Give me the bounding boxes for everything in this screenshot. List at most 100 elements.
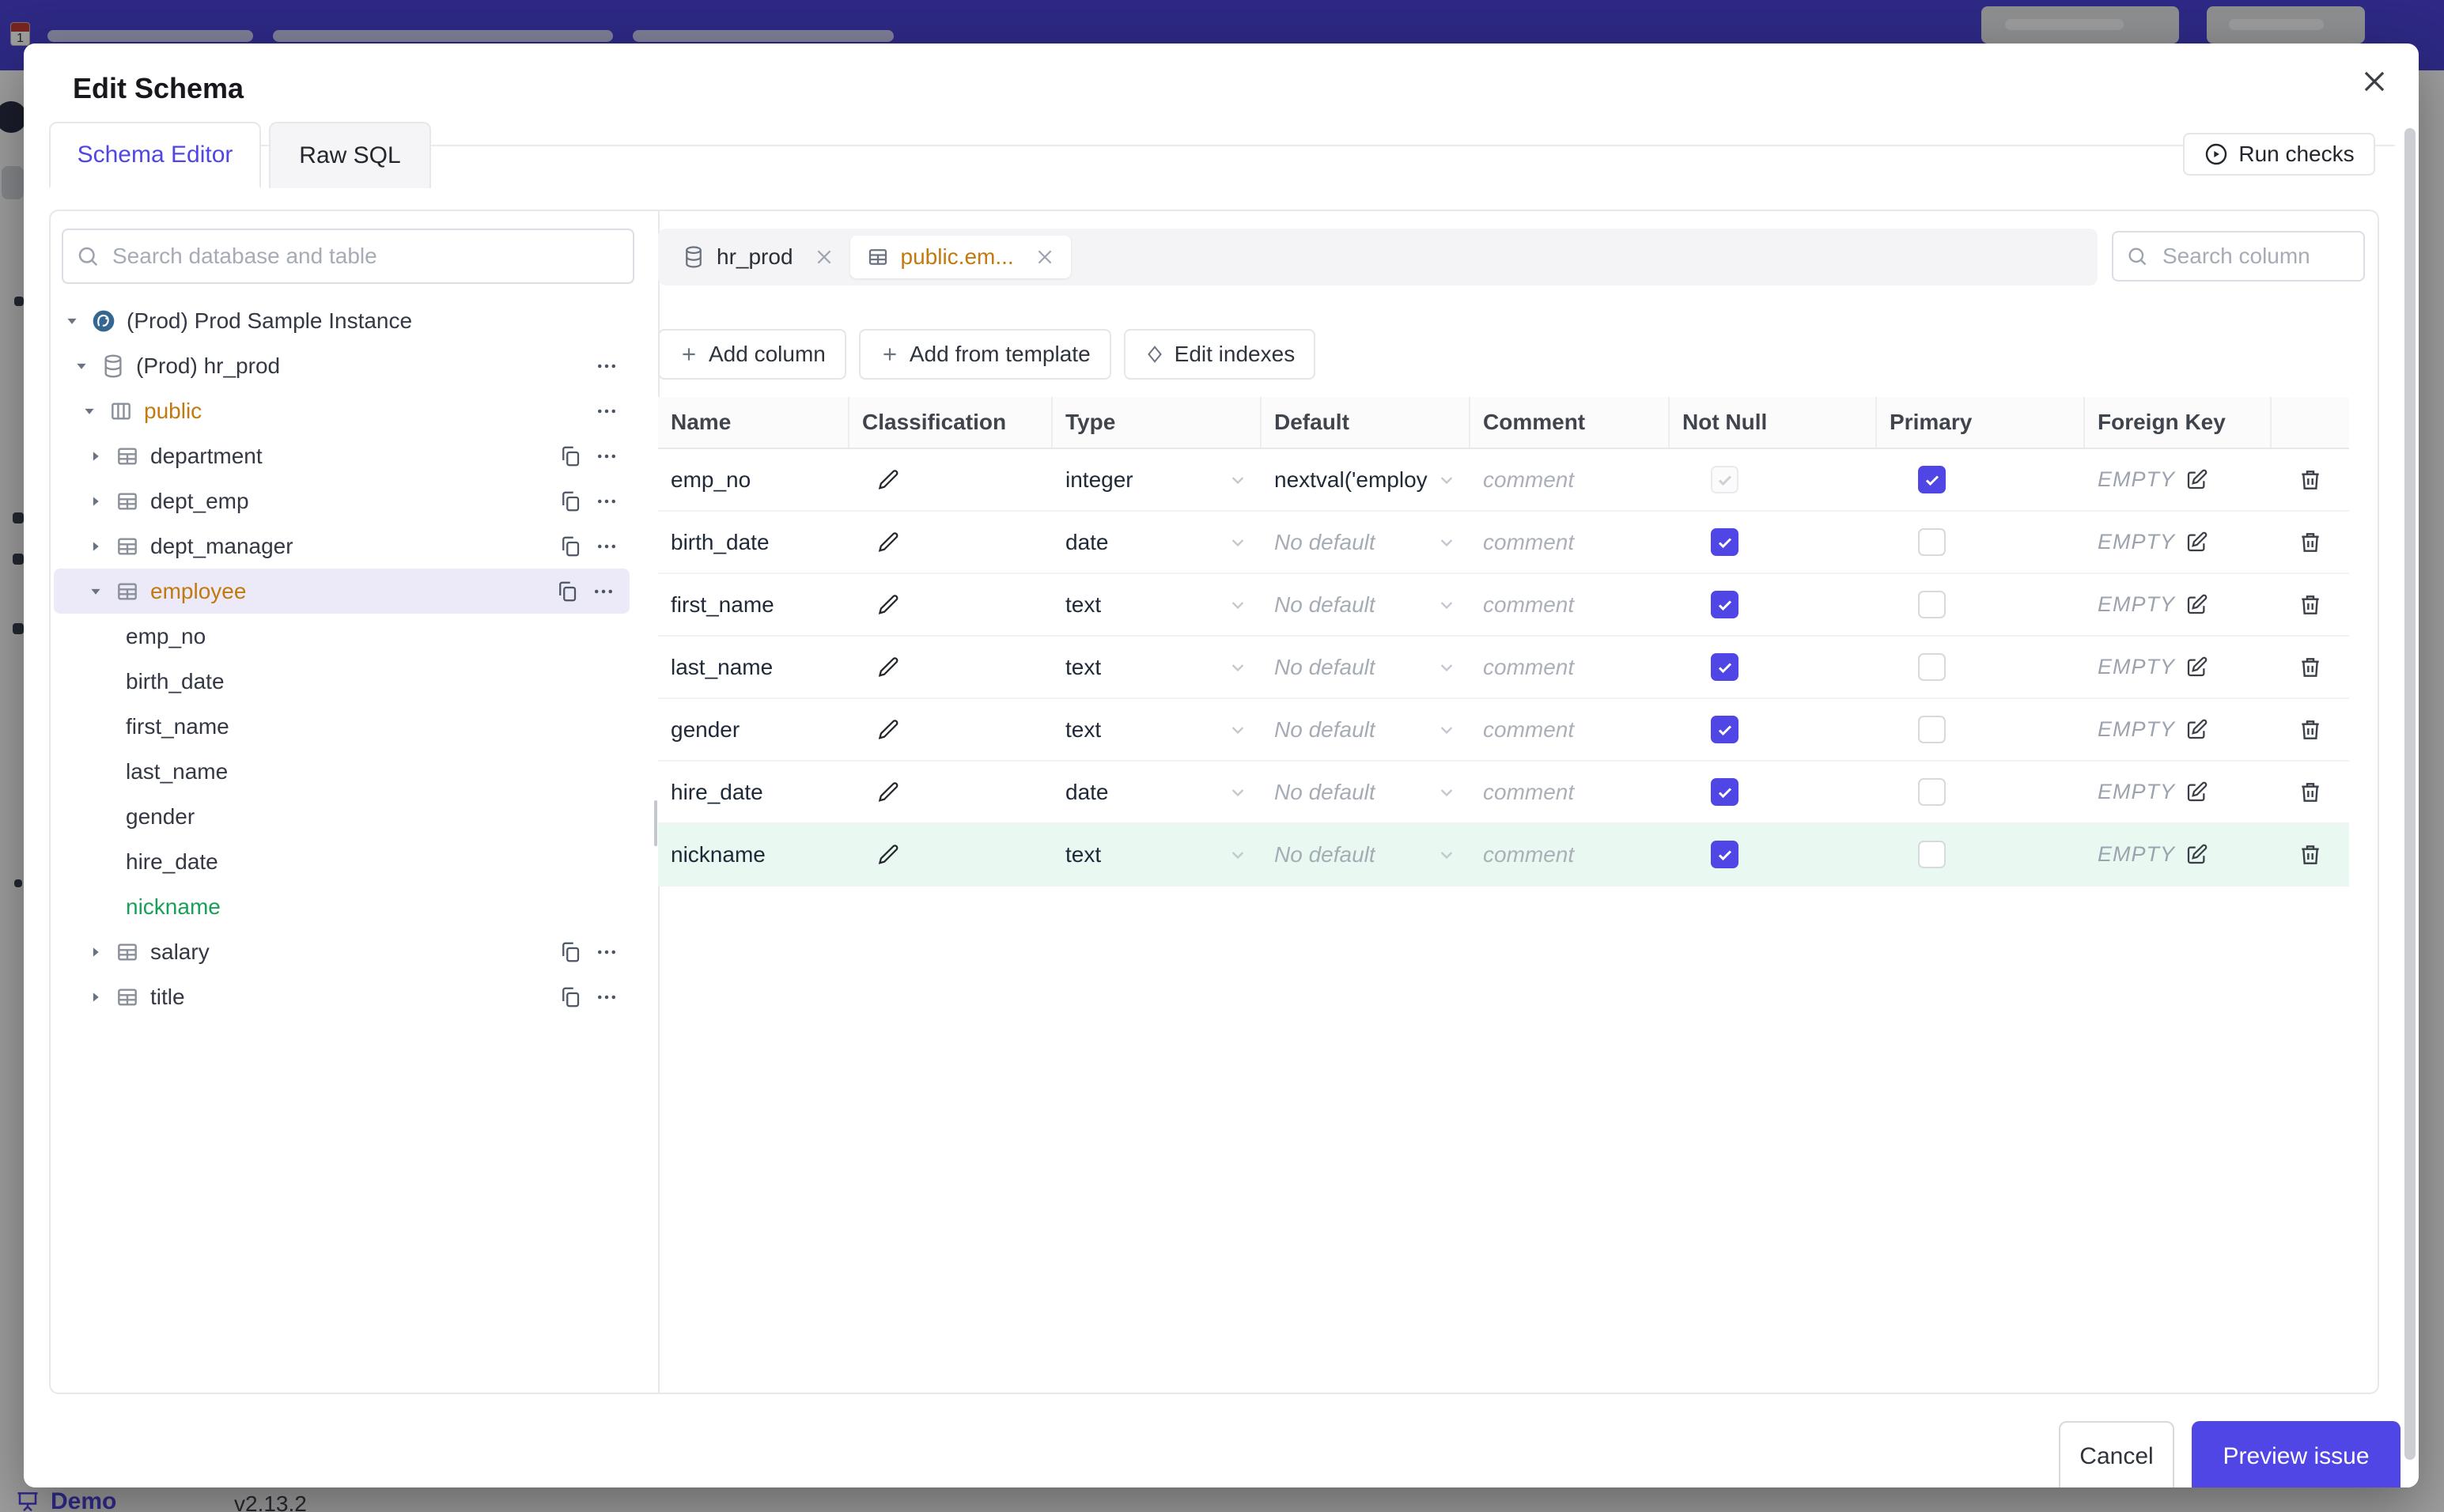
more-icon[interactable] bbox=[593, 939, 620, 966]
column-name-cell[interactable]: birth_date bbox=[658, 512, 849, 573]
foreign-key-cell[interactable]: EMPTY bbox=[2085, 574, 2272, 635]
close-icon[interactable] bbox=[2354, 61, 2395, 102]
chevron-down-icon[interactable] bbox=[1227, 469, 1249, 491]
close-icon[interactable] bbox=[814, 247, 834, 267]
copy-icon[interactable] bbox=[557, 443, 584, 470]
comment-input[interactable] bbox=[1483, 592, 1657, 618]
more-icon[interactable] bbox=[593, 488, 620, 515]
foreign-key-cell[interactable]: EMPTY bbox=[2085, 762, 2272, 822]
default-select[interactable]: No default bbox=[1262, 637, 1470, 697]
primary-checkbox[interactable] bbox=[1918, 466, 1946, 493]
tree-item-dept-manager[interactable]: dept_manager bbox=[51, 524, 633, 569]
chevron-down-icon[interactable] bbox=[1436, 844, 1458, 866]
caret-down-icon[interactable] bbox=[63, 312, 81, 330]
trash-icon[interactable] bbox=[2272, 574, 2349, 635]
tree-item-column-birth-date[interactable]: birth_date bbox=[51, 659, 633, 704]
copy-icon[interactable] bbox=[557, 533, 584, 560]
foreign-key-cell[interactable]: EMPTY bbox=[2085, 449, 2272, 510]
tree-item-column-hire-date[interactable]: hire_date bbox=[51, 839, 633, 884]
trash-icon[interactable] bbox=[2272, 512, 2349, 573]
chevron-down-icon[interactable] bbox=[1227, 656, 1249, 679]
type-select[interactable]: integer bbox=[1053, 449, 1262, 510]
comment-input[interactable] bbox=[1483, 716, 1657, 743]
add-from-template-button[interactable]: Add from template bbox=[858, 329, 1111, 380]
type-select[interactable]: date bbox=[1053, 512, 1262, 573]
caret-down-icon[interactable] bbox=[73, 357, 90, 375]
comment-input[interactable] bbox=[1483, 779, 1657, 805]
caret-right-icon[interactable] bbox=[87, 448, 104, 465]
primary-checkbox[interactable] bbox=[1918, 591, 1946, 618]
more-icon[interactable] bbox=[590, 578, 617, 605]
caret-down-icon[interactable] bbox=[87, 583, 104, 600]
not-null-checkbox[interactable] bbox=[1711, 841, 1738, 868]
type-select[interactable]: text bbox=[1053, 637, 1262, 697]
trash-icon[interactable] bbox=[2272, 762, 2349, 822]
tree-item-column-first-name[interactable]: first_name bbox=[51, 704, 633, 749]
more-icon[interactable] bbox=[593, 398, 620, 425]
chevron-down-icon[interactable] bbox=[1227, 594, 1249, 616]
primary-checkbox[interactable] bbox=[1918, 653, 1946, 681]
edit-icon[interactable] bbox=[2185, 593, 2208, 617]
chevron-down-icon[interactable] bbox=[1227, 844, 1249, 866]
tree-item-title[interactable]: title bbox=[51, 974, 633, 1019]
type-select[interactable]: text bbox=[1053, 699, 1262, 760]
primary-checkbox[interactable] bbox=[1918, 528, 1946, 556]
chevron-down-icon[interactable] bbox=[1436, 531, 1458, 554]
foreign-key-cell[interactable]: EMPTY bbox=[2085, 637, 2272, 697]
primary-checkbox[interactable] bbox=[1918, 841, 1946, 868]
trash-icon[interactable] bbox=[2272, 699, 2349, 760]
type-select[interactable]: text bbox=[1053, 824, 1262, 885]
tree-item-hr-prod[interactable]: (Prod) hr_prod bbox=[51, 343, 633, 388]
foreign-key-cell[interactable]: EMPTY bbox=[2085, 824, 2272, 885]
default-select[interactable]: nextval('employ bbox=[1262, 449, 1470, 510]
caret-right-icon[interactable] bbox=[87, 538, 104, 555]
tab-chip-hr-prod[interactable]: hr_prod bbox=[666, 236, 850, 278]
pencil-icon[interactable] bbox=[862, 656, 900, 679]
column-name-cell[interactable]: emp_no bbox=[658, 449, 849, 510]
trash-icon[interactable] bbox=[2272, 824, 2349, 885]
tree-item-column-nickname[interactable]: nickname bbox=[51, 884, 633, 929]
pencil-icon[interactable] bbox=[862, 718, 900, 742]
pencil-icon[interactable] bbox=[862, 468, 900, 492]
more-icon[interactable] bbox=[593, 984, 620, 1011]
default-select[interactable]: No default bbox=[1262, 699, 1470, 760]
foreign-key-cell[interactable]: EMPTY bbox=[2085, 512, 2272, 573]
tree-item-column-last-name[interactable]: last_name bbox=[51, 749, 633, 794]
comment-input[interactable] bbox=[1483, 841, 1657, 868]
pencil-icon[interactable] bbox=[862, 593, 900, 617]
more-icon[interactable] bbox=[593, 353, 620, 380]
pencil-icon[interactable] bbox=[862, 843, 900, 867]
caret-right-icon[interactable] bbox=[87, 988, 104, 1006]
modal-scrollbar[interactable] bbox=[2404, 128, 2416, 1460]
not-null-checkbox[interactable] bbox=[1711, 716, 1738, 743]
more-icon[interactable] bbox=[593, 443, 620, 470]
cancel-button[interactable]: Cancel bbox=[2059, 1421, 2174, 1487]
not-null-checkbox[interactable] bbox=[1711, 591, 1738, 618]
tree-item-department[interactable]: department bbox=[51, 433, 633, 478]
chevron-down-icon[interactable] bbox=[1227, 781, 1249, 803]
caret-right-icon[interactable] bbox=[87, 493, 104, 510]
default-select[interactable]: No default bbox=[1262, 574, 1470, 635]
comment-input[interactable] bbox=[1483, 654, 1657, 680]
column-name-cell[interactable]: last_name bbox=[658, 637, 849, 697]
comment-input[interactable] bbox=[1483, 467, 1657, 493]
add-column-button[interactable]: Add column bbox=[658, 329, 846, 380]
chevron-down-icon[interactable] bbox=[1227, 719, 1249, 741]
copy-icon[interactable] bbox=[557, 984, 584, 1011]
chevron-down-icon[interactable] bbox=[1436, 656, 1458, 679]
edit-icon[interactable] bbox=[2185, 531, 2208, 554]
edit-icon[interactable] bbox=[2185, 718, 2208, 742]
tree-item-column-gender[interactable]: gender bbox=[51, 794, 633, 839]
tree-item-dept-emp[interactable]: dept_emp bbox=[51, 478, 633, 524]
default-select[interactable]: No default bbox=[1262, 762, 1470, 822]
tree-item-public[interactable]: public bbox=[51, 388, 633, 433]
edit-indexes-button[interactable]: Edit indexes bbox=[1123, 329, 1316, 380]
close-icon[interactable] bbox=[1035, 247, 1055, 267]
tab-raw-sql[interactable]: Raw SQL bbox=[269, 122, 431, 188]
tree-item-column-emp-no[interactable]: emp_no bbox=[51, 614, 633, 659]
tab-chip-public-employee[interactable]: public.em... bbox=[849, 236, 1071, 278]
tree-item-instance[interactable]: (Prod) Prod Sample Instance bbox=[51, 298, 633, 343]
trash-icon[interactable] bbox=[2272, 637, 2349, 697]
caret-right-icon[interactable] bbox=[87, 943, 104, 961]
caret-down-icon[interactable] bbox=[81, 403, 98, 420]
